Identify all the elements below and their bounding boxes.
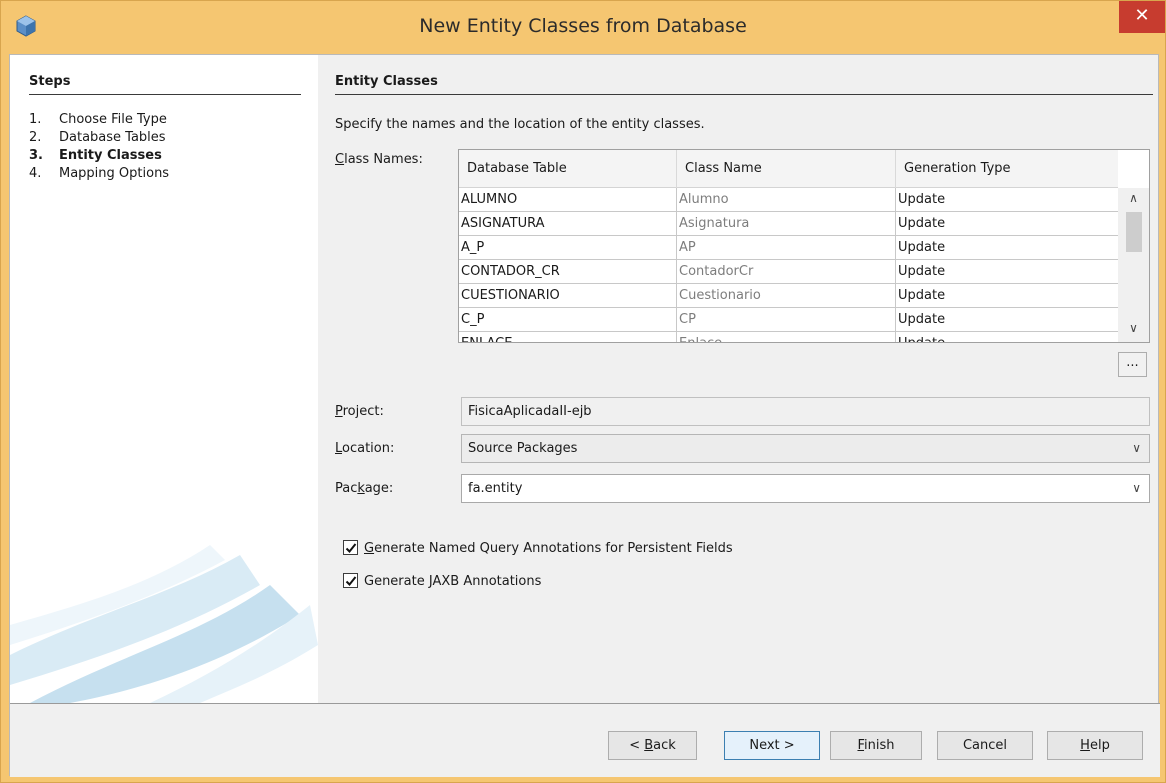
title-bar[interactable]: New Entity Classes from Database ✕ [1,1,1165,53]
location-dropdown[interactable]: Source Packages ∨ [461,434,1150,463]
cell-generation-type[interactable]: Update [896,188,1118,212]
cancel-button[interactable]: Cancel [937,731,1033,760]
cell-class-name[interactable]: Cuestionario [677,284,896,308]
table-row[interactable]: A_P AP Update [459,236,1118,260]
cell-class-name[interactable]: ContadorCr [677,260,896,284]
named-query-annotations-checkbox-row[interactable]: Generate Named Query Annotations for Per… [343,540,733,556]
cell-class-name[interactable]: Asignatura [677,212,896,236]
section-heading: Entity Classes [335,74,438,89]
browse-ellipsis-button[interactable]: ... [1118,352,1147,377]
close-icon: ✕ [1134,5,1150,26]
class-names-table[interactable]: Database Table Class Name Generation Typ… [458,149,1150,343]
cell-generation-type[interactable]: Update [896,260,1118,284]
step-item-2: 2. Database Tables [29,130,166,145]
column-header-generation-type[interactable]: Generation Type [896,150,1118,188]
cell-database-table: C_P [459,308,677,332]
named-query-annotations-checkbox[interactable] [343,540,358,555]
scroll-down-icon[interactable]: ∨ [1118,318,1149,338]
class-names-label: Class Names: [335,152,423,167]
cell-database-table: ASIGNATURA [459,212,677,236]
table-row[interactable]: C_P CP Update [459,308,1118,332]
jaxb-annotations-checkbox-row[interactable]: Generate JAXB Annotations [343,573,541,589]
dialog-window: New Entity Classes from Database ✕ Steps… [0,0,1166,783]
table-row[interactable]: CUESTIONARIO Cuestionario Update [459,284,1118,308]
close-button[interactable]: ✕ [1119,1,1165,33]
content-panel: Entity Classes Specify the names and the… [318,55,1160,703]
package-input-value[interactable]: fa.entity [468,481,522,496]
cell-generation-type[interactable]: Update [896,308,1118,332]
cell-class-name[interactable]: AP [677,236,896,260]
column-header-database-table[interactable]: Database Table [459,150,677,188]
section-divider [335,94,1153,95]
project-label: Project: [335,404,384,419]
steps-divider [29,94,301,95]
package-combobox[interactable]: fa.entity ∨ [461,474,1150,503]
dialog-client-area: Steps 1. Choose File Type 2. Database Tabl… [9,54,1160,777]
cell-database-table: A_P [459,236,677,260]
jaxb-annotations-checkbox[interactable] [343,573,358,588]
table-vertical-scrollbar[interactable]: ∧ ∨ [1118,188,1149,342]
checkmark-icon [345,543,357,553]
cell-class-name[interactable]: CP [677,308,896,332]
table-row[interactable]: ASIGNATURA Asignatura Update [459,212,1118,236]
package-label: Package: [335,481,394,496]
scroll-up-icon[interactable]: ∧ [1118,188,1149,208]
project-field: FisicaAplicadaII-ejb [461,397,1150,426]
steps-panel: Steps 1. Choose File Type 2. Database Tabl… [10,55,318,703]
cell-class-name[interactable]: Enlace [677,332,896,342]
table-header: Database Table Class Name Generation Typ… [459,150,1118,188]
scroll-thumb[interactable] [1126,212,1142,252]
table-row[interactable]: ALUMNO Alumno Update [459,188,1118,212]
finish-button[interactable]: Finish [830,731,922,760]
description-text: Specify the names and the location of th… [335,117,705,132]
cell-generation-type[interactable]: Update [896,212,1118,236]
location-selected-value: Source Packages [468,441,578,456]
step-item-1: 1. Choose File Type [29,112,167,127]
window-title: New Entity Classes from Database [419,15,747,37]
steps-list: 1. Choose File Type 2. Database Tables 3. E… [29,111,169,183]
cell-generation-type[interactable]: Update [896,284,1118,308]
back-button[interactable]: < Back [608,731,697,760]
column-header-class-name[interactable]: Class Name [677,150,896,188]
chevron-down-icon[interactable]: ∨ [1132,475,1141,502]
step-item-3-current: 3. Entity Classes [29,148,162,163]
cell-database-table: ENLACE [459,332,677,342]
steps-heading: Steps [29,74,71,89]
button-bar: < Back Next > Finish Cancel Help [10,704,1160,777]
wizard-swoosh-decoration [10,545,318,703]
location-label: Location: [335,441,395,456]
next-button[interactable]: Next > [724,731,820,760]
table-row[interactable]: CONTADOR_CR ContadorCr Update [459,260,1118,284]
cell-generation-type[interactable]: Update [896,332,1118,342]
chevron-down-icon[interactable]: ∨ [1132,435,1141,462]
cell-database-table: CONTADOR_CR [459,260,677,284]
cell-database-table: ALUMNO [459,188,677,212]
cell-class-name[interactable]: Alumno [677,188,896,212]
step-item-4: 4. Mapping Options [29,166,170,181]
checkmark-icon [345,576,357,586]
cell-generation-type[interactable]: Update [896,236,1118,260]
table-row-partial[interactable]: ENLACE Enlace Update [459,332,1118,342]
help-button[interactable]: Help [1047,731,1143,760]
cell-database-table: CUESTIONARIO [459,284,677,308]
